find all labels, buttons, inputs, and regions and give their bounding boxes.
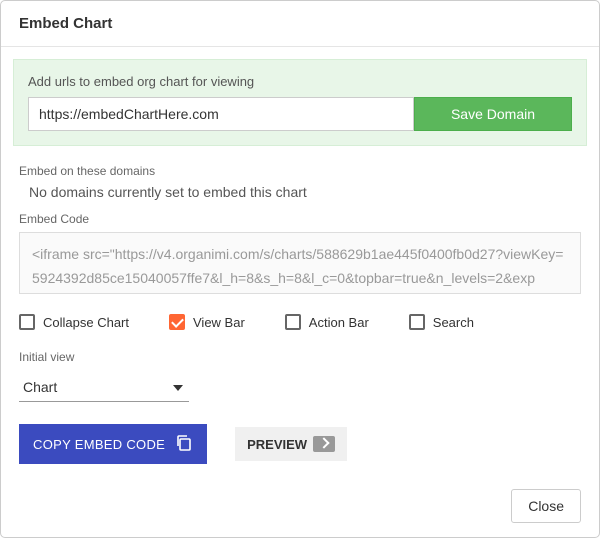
search-checkbox[interactable]: Search xyxy=(409,314,474,330)
checkbox-icon xyxy=(19,314,35,330)
save-domain-button[interactable]: Save Domain xyxy=(414,97,572,131)
modal-header: Embed Chart xyxy=(1,1,599,47)
action-bar-label: Action Bar xyxy=(309,315,369,330)
domains-heading: Embed on these domains xyxy=(19,164,581,178)
embed-chart-modal: Embed Chart Add urls to embed org chart … xyxy=(0,0,600,538)
options-row: Collapse Chart View Bar Action Bar Searc… xyxy=(19,314,581,330)
view-bar-checkbox[interactable]: View Bar xyxy=(169,314,245,330)
initial-view-select-wrap: Chart xyxy=(19,372,189,402)
initial-view-select[interactable]: Chart xyxy=(19,372,189,402)
content-section: Embed on these domains No domains curren… xyxy=(13,164,587,464)
copy-button-label: COPY EMBED CODE xyxy=(33,437,165,452)
embed-code-heading: Embed Code xyxy=(19,212,581,226)
action-bar-checkbox[interactable]: Action Bar xyxy=(285,314,369,330)
copy-icon xyxy=(175,434,193,455)
checkbox-icon xyxy=(285,314,301,330)
embed-url-input[interactable] xyxy=(28,97,414,131)
collapse-chart-checkbox[interactable]: Collapse Chart xyxy=(19,314,129,330)
checkbox-icon xyxy=(409,314,425,330)
preview-button[interactable]: PREVIEW xyxy=(235,427,347,461)
domains-empty-text: No domains currently set to embed this c… xyxy=(29,184,581,200)
search-label: Search xyxy=(433,315,474,330)
copy-embed-code-button[interactable]: COPY EMBED CODE xyxy=(19,424,207,464)
modal-footer: Close xyxy=(1,475,599,537)
view-bar-label: View Bar xyxy=(193,315,245,330)
preview-button-label: PREVIEW xyxy=(247,437,307,452)
collapse-chart-label: Collapse Chart xyxy=(43,315,129,330)
initial-view-label: Initial view xyxy=(19,350,581,364)
add-url-label: Add urls to embed org chart for viewing xyxy=(28,74,572,89)
url-row: Save Domain xyxy=(28,97,572,131)
action-buttons-row: COPY EMBED CODE PREVIEW xyxy=(19,424,581,464)
checkbox-icon xyxy=(169,314,185,330)
add-url-section: Add urls to embed org chart for viewing … xyxy=(13,59,587,146)
share-icon xyxy=(313,436,335,452)
embed-code-box[interactable]: <iframe src="https://v4.organimi.com/s/c… xyxy=(19,232,581,294)
modal-title: Embed Chart xyxy=(19,15,581,32)
close-button[interactable]: Close xyxy=(511,489,581,523)
modal-body: Add urls to embed org chart for viewing … xyxy=(1,47,599,475)
